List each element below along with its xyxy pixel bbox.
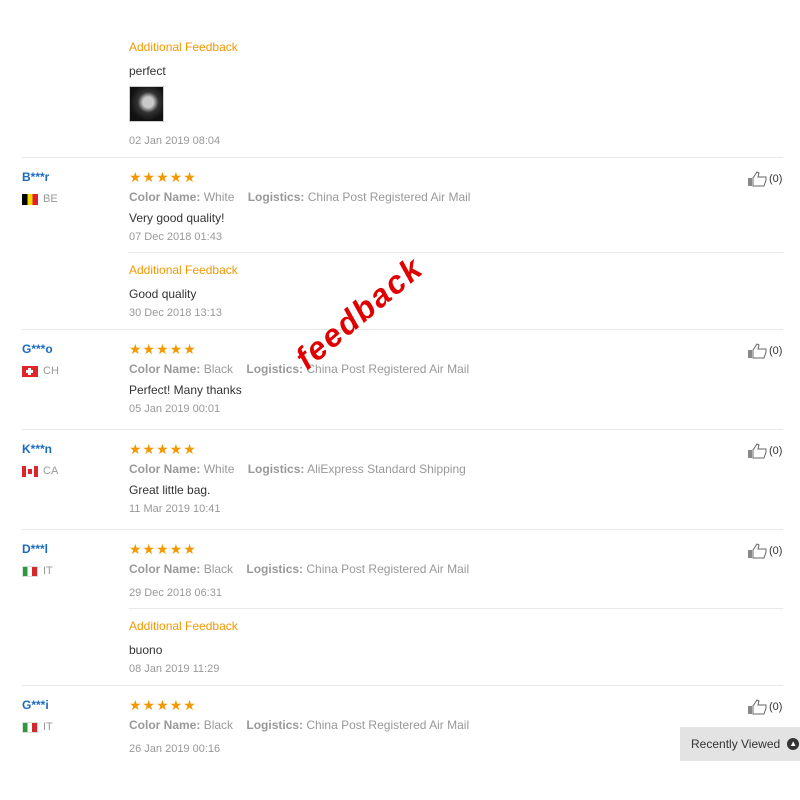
review-text: Very good quality! <box>129 211 225 225</box>
helpful-button[interactable]: (0) <box>747 343 782 359</box>
helpful-count: (0) <box>769 345 783 357</box>
divider <box>22 157 783 158</box>
color-value: Black <box>203 362 234 376</box>
feedback-watermark: feedback <box>288 249 430 377</box>
review-date: 07 Dec 2018 01:43 <box>129 231 222 243</box>
review-date: 11 Mar 2019 10:41 <box>129 503 221 515</box>
logistics-value: China Post Registered Air Mail <box>307 190 471 204</box>
additional-feedback-text: Good quality <box>129 287 197 301</box>
helpful-button[interactable]: (0) <box>747 443 782 459</box>
additional-feedback-label: Additional Feedback <box>129 263 238 277</box>
logistics-label: Logistics: <box>246 362 304 376</box>
color-value: White <box>203 462 235 476</box>
color-label: Color Name: <box>129 462 201 476</box>
thumbs-up-icon <box>748 443 767 459</box>
additional-feedback-date: 02 Jan 2019 08:04 <box>129 135 221 147</box>
logistics-value: China Post Registered Air Mail <box>306 718 470 732</box>
recently-viewed-label: Recently Viewed <box>691 737 781 751</box>
reviewer-name[interactable]: D***l <box>22 542 48 556</box>
review-meta: Color Name: Black Logistics: China Post … <box>129 718 469 732</box>
logistics-label: Logistics: <box>247 462 305 476</box>
review-date: 05 Jan 2019 00:01 <box>129 403 221 415</box>
helpful-count: (0) <box>769 173 783 185</box>
color-label: Color Name: <box>129 718 201 732</box>
logistics-label: Logistics: <box>247 190 305 204</box>
review-meta: Color Name: Black Logistics: China Post … <box>129 562 469 576</box>
additional-feedback-text: perfect <box>129 64 166 78</box>
star-rating: ★★★★★ <box>129 697 197 713</box>
reviewer-name[interactable]: B***r <box>22 170 49 184</box>
color-label: Color Name: <box>129 362 201 376</box>
thumbs-up-icon <box>748 699 767 715</box>
belgium-flag-icon <box>22 193 38 205</box>
country-code: CH <box>43 365 59 377</box>
color-value: Black <box>203 718 234 732</box>
helpful-button[interactable]: (0) <box>747 543 782 559</box>
canada-flag-icon <box>22 465 38 477</box>
star-rating: ★★★★★ <box>129 169 197 185</box>
logistics-value: AliExpress Standard Shipping <box>307 462 466 476</box>
additional-feedback-text: buono <box>129 643 163 657</box>
additional-feedback-label: Additional Feedback <box>129 619 238 633</box>
reviewer-name[interactable]: G***i <box>22 698 49 712</box>
italy-flag-icon <box>22 565 38 577</box>
logistics-label: Logistics: <box>246 562 304 576</box>
logistics-value: China Post Registered Air Mail <box>306 562 470 576</box>
country-code: CA <box>43 465 59 477</box>
italy-flag-icon <box>22 721 38 733</box>
review-photo-thumbnail[interactable] <box>129 86 164 122</box>
review-text: Perfect! Many thanks <box>129 383 242 397</box>
thumbs-up-icon <box>748 171 767 187</box>
country-code: IT <box>43 721 53 733</box>
switzerland-flag-icon <box>22 365 38 377</box>
reviewer-country: CH <box>22 365 59 377</box>
review-meta: Color Name: White Logistics: China Post … <box>129 190 470 204</box>
color-label: Color Name: <box>129 190 201 204</box>
color-label: Color Name: <box>129 562 201 576</box>
reviewer-country: BE <box>22 193 58 205</box>
helpful-count: (0) <box>769 701 783 713</box>
divider <box>22 329 783 330</box>
helpful-button[interactable]: (0) <box>747 699 782 715</box>
divider <box>22 529 783 530</box>
star-rating: ★★★★★ <box>129 341 197 357</box>
reviewer-name[interactable]: G***o <box>22 342 53 356</box>
additional-feedback-date: 08 Jan 2019 11:29 <box>129 663 220 675</box>
country-code: IT <box>43 565 53 577</box>
review-date: 29 Dec 2018 06:31 <box>129 587 222 599</box>
logistics-label: Logistics: <box>246 718 304 732</box>
thumbs-up-icon <box>748 343 767 359</box>
reviewer-country: IT <box>22 565 53 577</box>
divider <box>129 608 783 609</box>
additional-feedback-label: Additional Feedback <box>129 40 238 54</box>
thumbs-up-icon <box>748 543 767 559</box>
review-meta: Color Name: White Logistics: AliExpress … <box>129 462 466 476</box>
reviewer-name[interactable]: K***n <box>22 442 52 456</box>
star-rating: ★★★★★ <box>129 541 197 557</box>
recently-viewed-button[interactable]: Recently Viewed ▲ <box>680 727 800 761</box>
divider <box>22 685 783 686</box>
divider <box>22 429 783 430</box>
helpful-count: (0) <box>769 445 783 457</box>
star-rating: ★★★★★ <box>129 441 197 457</box>
additional-feedback-date: 30 Dec 2018 13:13 <box>129 307 222 319</box>
review-text: Great little bag. <box>129 483 211 497</box>
helpful-button[interactable]: (0) <box>747 171 782 187</box>
review-meta: Color Name: Black Logistics: China Post … <box>129 362 469 376</box>
country-code: BE <box>43 193 58 205</box>
color-value: White <box>203 190 235 204</box>
chevron-up-icon: ▲ <box>787 738 800 750</box>
review-date: 26 Jan 2019 00:16 <box>129 743 221 755</box>
reviewer-country: CA <box>22 465 58 477</box>
color-value: Black <box>203 562 234 576</box>
logistics-value: China Post Registered Air Mail <box>306 362 470 376</box>
helpful-count: (0) <box>769 545 783 557</box>
reviewer-country: IT <box>22 721 53 733</box>
divider <box>129 252 783 253</box>
